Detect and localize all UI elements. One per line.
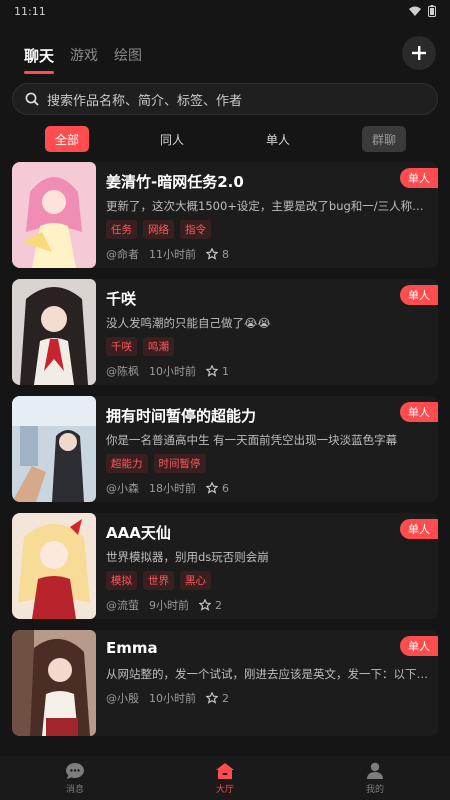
tag[interactable]: 鸣潮 [143, 337, 174, 356]
tag[interactable]: 网络 [143, 220, 174, 239]
post-time: 10小时前 [149, 365, 196, 378]
author[interactable]: @陈枫 [106, 363, 139, 379]
add-button[interactable] [402, 36, 436, 70]
card-description: 更新了，这次大概1500+设定，主要是改了bug和一/三人称切换，之... [106, 199, 430, 213]
card-description: 从网站整的，发一个试试，刚进去应该是英文，发一下：以下的的... [106, 667, 430, 681]
tag[interactable]: 模拟 [106, 571, 137, 590]
star-icon [206, 692, 218, 704]
filter-fanfic[interactable]: 同人 [150, 126, 194, 152]
search-icon [25, 92, 39, 106]
star-icon [199, 599, 211, 611]
like-count[interactable]: 2 [206, 692, 229, 705]
wifi-icon [409, 6, 421, 16]
status-time: 11:11 [14, 4, 46, 18]
character-thumbnail [12, 279, 96, 385]
character-card[interactable]: 姜清竹-暗网任务2.0 单人 更新了，这次大概1500+设定，主要是改了bug和… [12, 162, 438, 268]
chat-bubble-icon [66, 762, 84, 779]
card-meta: @陈枫 10小时前 1 [106, 363, 229, 379]
author[interactable]: @流萤 [106, 597, 139, 613]
character-thumbnail [12, 162, 96, 268]
tag[interactable]: 千咲 [106, 337, 137, 356]
tag-list: 千咲 鸣潮 [106, 337, 174, 356]
author[interactable]: @命者 [106, 246, 139, 262]
card-description: 你是一名普通高中生 有一天面前凭空出现一块淡蓝色字幕 [106, 433, 398, 447]
card-title: 姜清竹-暗网任务2.0 [106, 173, 244, 191]
type-badge: 单人 [400, 636, 438, 656]
tag-list: 模拟 世界 黑心 [106, 571, 211, 590]
tab-chat[interactable]: 聊天 [24, 45, 55, 74]
plus-icon [412, 46, 426, 60]
character-card[interactable]: 千咲 单人 没人发鸣潮的只能自己做了😭😭 千咲 鸣潮 @陈枫 10小时前 1 [12, 279, 438, 385]
card-description: 世界模拟器，别用ds玩否则会崩 [106, 550, 269, 564]
card-meta: @小殷 10小时前 2 [106, 690, 229, 706]
type-badge: 单人 [400, 168, 438, 188]
star-icon [206, 482, 218, 494]
card-meta: @小森 18小时前 6 [106, 480, 229, 496]
character-thumbnail [12, 396, 96, 502]
star-icon [206, 365, 218, 377]
character-card[interactable]: AAA天仙 单人 世界模拟器，别用ds玩否则会崩 模拟 世界 黑心 @流萤 9小… [12, 513, 438, 619]
status-icons [408, 5, 436, 17]
author[interactable]: @小森 [106, 480, 139, 496]
tag[interactable]: 指令 [180, 220, 211, 239]
tag[interactable]: 世界 [143, 571, 174, 590]
tab-drawing[interactable]: 绘图 [114, 45, 142, 65]
tag[interactable]: 时间暂停 [153, 454, 206, 473]
character-card[interactable]: Emma 单人 从网站整的，发一个试试，刚进去应该是英文，发一下：以下的的...… [12, 630, 438, 736]
star-icon [206, 248, 218, 260]
card-title: 拥有时间暂停的超能力 [106, 407, 257, 425]
tag[interactable]: 任务 [106, 220, 137, 239]
character-card[interactable]: 拥有时间暂停的超能力 单人 你是一名普通高中生 有一天面前凭空出现一块淡蓝色字幕… [12, 396, 438, 502]
filter-bar: 全部 同人 单人 群聊 [0, 126, 450, 152]
nav-messages[interactable]: 消息 [65, 762, 85, 795]
type-badge: 单人 [400, 402, 438, 422]
tag-list: 任务 网络 指令 [106, 220, 211, 239]
post-time: 10小时前 [149, 692, 196, 705]
like-count[interactable]: 1 [206, 365, 229, 378]
home-icon [216, 762, 234, 779]
tab-games[interactable]: 游戏 [70, 45, 98, 65]
character-list: 姜清竹-暗网任务2.0 单人 更新了，这次大概1500+设定，主要是改了bug和… [12, 162, 438, 747]
author[interactable]: @小殷 [106, 690, 139, 706]
card-title: Emma [106, 639, 158, 657]
like-count[interactable]: 8 [206, 248, 229, 261]
nav-lobby[interactable]: 大厅 [215, 762, 235, 795]
top-tabs: 聊天 游戏 绘图 [24, 36, 436, 74]
filter-single[interactable]: 单人 [256, 126, 300, 152]
card-title: AAA天仙 [106, 524, 171, 542]
filter-all[interactable]: 全部 [45, 126, 89, 152]
nav-profile[interactable]: 我的 [365, 762, 385, 795]
post-time: 9小时前 [149, 599, 189, 612]
tag-list: 超能力 时间暂停 [106, 454, 206, 473]
post-time: 18小时前 [149, 482, 196, 495]
type-badge: 单人 [400, 519, 438, 539]
card-meta: @流萤 9小时前 2 [106, 597, 222, 613]
card-title: 千咲 [106, 290, 137, 308]
bottom-nav: 消息 大厅 我的 [0, 756, 450, 800]
like-count[interactable]: 6 [206, 482, 229, 495]
character-thumbnail [12, 630, 96, 736]
type-badge: 单人 [400, 285, 438, 305]
like-count[interactable]: 2 [199, 599, 222, 612]
card-description: 没人发鸣潮的只能自己做了😭😭 [106, 316, 271, 330]
card-meta: @命者 11小时前 8 [106, 246, 229, 262]
tag[interactable]: 黑心 [180, 571, 211, 590]
user-icon [367, 762, 383, 779]
post-time: 11小时前 [149, 248, 196, 261]
search-bar[interactable]: 搜索作品名称、简介、标签、作者 [12, 83, 438, 115]
status-bar: 11:11 [0, 0, 450, 22]
tag[interactable]: 超能力 [106, 454, 148, 473]
filter-group[interactable]: 群聊 [362, 126, 406, 152]
search-placeholder: 搜索作品名称、简介、标签、作者 [47, 93, 243, 109]
battery-icon [428, 5, 436, 17]
character-thumbnail [12, 513, 96, 619]
